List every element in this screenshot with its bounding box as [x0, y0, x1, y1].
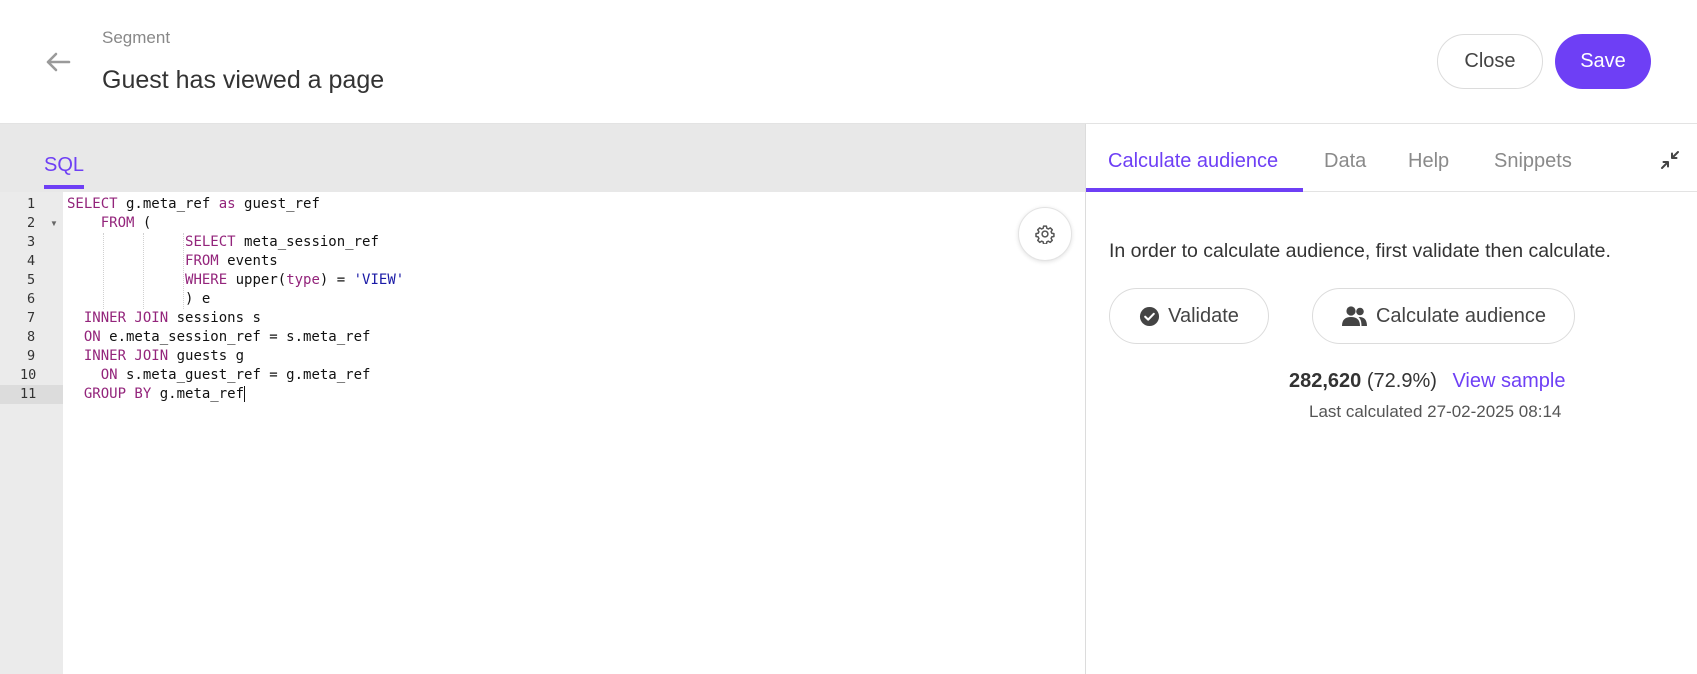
line-number: 6	[27, 291, 36, 307]
last-calculated-timestamp: Last calculated 27-02-2025 08:14	[1309, 402, 1562, 421]
code-token: g.meta_ref	[151, 386, 245, 402]
code-line: FROM events	[67, 252, 278, 271]
line-number: 4	[27, 253, 36, 269]
code-token: guest_ref	[235, 196, 320, 212]
code-line: SELECT g.meta_ref as guest_ref	[67, 195, 320, 214]
code-line: ) e	[67, 290, 210, 309]
sql-keyword: as	[218, 196, 236, 212]
indent-guide	[103, 233, 104, 309]
close-button[interactable]: Close	[1437, 34, 1543, 89]
code-token: sessions s	[168, 310, 261, 326]
code-line: WHERE upper(type) = 'VIEW'	[67, 271, 404, 290]
line-number: 11	[0, 385, 63, 404]
code-token: s.meta_guest_ref = g.meta_ref	[117, 367, 371, 383]
editor-tab-bar: SQL	[0, 124, 1085, 192]
calculate-audience-label: Calculate audience	[1375, 304, 1547, 327]
sql-keyword: INNER JOIN	[83, 310, 169, 326]
audience-result: 282,620 (72.9%) View sample	[1289, 370, 1565, 393]
code-token: e.meta_session_ref = s.meta_ref	[100, 329, 371, 345]
tab-sql[interactable]: SQL	[44, 154, 85, 189]
active-tab-indicator	[1086, 188, 1303, 192]
tab-calculate-audience[interactable]: Calculate audience	[1108, 150, 1278, 173]
code-token: g.meta_ref	[117, 196, 219, 212]
sql-keyword: SELECT	[185, 234, 236, 250]
arrow-left-icon	[46, 52, 71, 72]
tab-data[interactable]: Data	[1324, 150, 1366, 173]
fold-toggle-icon[interactable]: ▼	[50, 214, 58, 233]
sql-keyword: GROUP BY	[83, 386, 152, 402]
line-number: 8	[27, 329, 36, 345]
validate-button[interactable]: Validate	[1109, 288, 1269, 344]
side-tab-bar: Calculate audience Data Help Snippets	[1086, 124, 1697, 192]
code-token: upper(	[227, 272, 287, 288]
sql-keyword: WHERE	[185, 272, 228, 288]
calculate-audience-button[interactable]: Calculate audience	[1312, 288, 1575, 344]
line-number: 9	[27, 348, 36, 364]
code-token: events	[218, 253, 278, 269]
sql-keyword: ON	[83, 329, 101, 345]
line-number: 10	[20, 367, 37, 383]
code-token: ) e	[67, 291, 211, 307]
sql-keyword: ON	[100, 367, 118, 383]
check-circle-icon	[1140, 306, 1160, 326]
editor-settings-button[interactable]	[1018, 207, 1072, 261]
tab-help[interactable]: Help	[1408, 150, 1449, 173]
code-token: ) =	[319, 272, 354, 288]
code-line: ON s.meta_guest_ref = g.meta_ref	[67, 366, 371, 385]
code-line: INNER JOIN guests g	[67, 347, 244, 366]
code-area[interactable]: SELECT g.meta_ref as guest_ref FROM ( SE…	[63, 192, 1085, 674]
indent-guide	[143, 233, 144, 309]
gear-icon	[1035, 225, 1055, 244]
page-header: Segment Guest has viewed a page Close Sa…	[0, 0, 1697, 124]
validate-label: Validate	[1168, 304, 1239, 327]
collapse-panel-button[interactable]	[1656, 146, 1684, 174]
tab-snippets[interactable]: Snippets	[1494, 150, 1572, 173]
instruction-text: In order to calculate audience, first va…	[1109, 240, 1611, 262]
sql-keyword: SELECT	[67, 196, 118, 212]
sql-editor-pane: SQL 1 2 3 4 5 6 7 8 9 10 11 ▼ SELECT g.meta_ref as …	[0, 124, 1085, 674]
code-token: meta_session_ref	[235, 234, 379, 250]
users-icon	[1341, 306, 1367, 326]
text-cursor	[244, 386, 246, 402]
save-button[interactable]: Save	[1555, 34, 1651, 89]
indent-guide	[183, 233, 184, 309]
code-line: INNER JOIN sessions s	[67, 309, 261, 328]
code-token: (	[134, 215, 152, 231]
back-button[interactable]	[40, 44, 76, 80]
code-line: GROUP BY g.meta_ref	[67, 385, 246, 404]
line-number: 1	[27, 196, 36, 212]
code-line: FROM (	[67, 214, 152, 233]
sql-keyword: type	[286, 272, 320, 288]
line-number-gutter: 1 2 3 4 5 6 7 8 9 10 11 ▼	[0, 192, 63, 674]
line-number: 3	[27, 234, 36, 250]
line-number: 7	[27, 310, 36, 326]
audience-count: 282,620	[1289, 370, 1362, 392]
sql-keyword: FROM	[185, 253, 219, 269]
breadcrumb: Segment	[102, 28, 171, 47]
sql-keyword: INNER JOIN	[83, 348, 169, 364]
view-sample-link[interactable]: View sample	[1452, 370, 1565, 392]
code-line: SELECT meta_session_ref	[67, 233, 379, 252]
code-line: ON e.meta_session_ref = s.meta_ref	[67, 328, 371, 347]
line-number: 5	[27, 272, 36, 288]
page-title: Guest has viewed a page	[102, 66, 385, 94]
code-token: guests g	[168, 348, 245, 364]
audience-percentage: (72.9%)	[1366, 370, 1437, 392]
audience-side-panel: Calculate audience Data Help Snippets In…	[1085, 124, 1697, 674]
sql-keyword: FROM	[100, 215, 135, 231]
collapse-arrows-icon	[1661, 151, 1679, 169]
sql-string: 'VIEW'	[353, 272, 405, 288]
